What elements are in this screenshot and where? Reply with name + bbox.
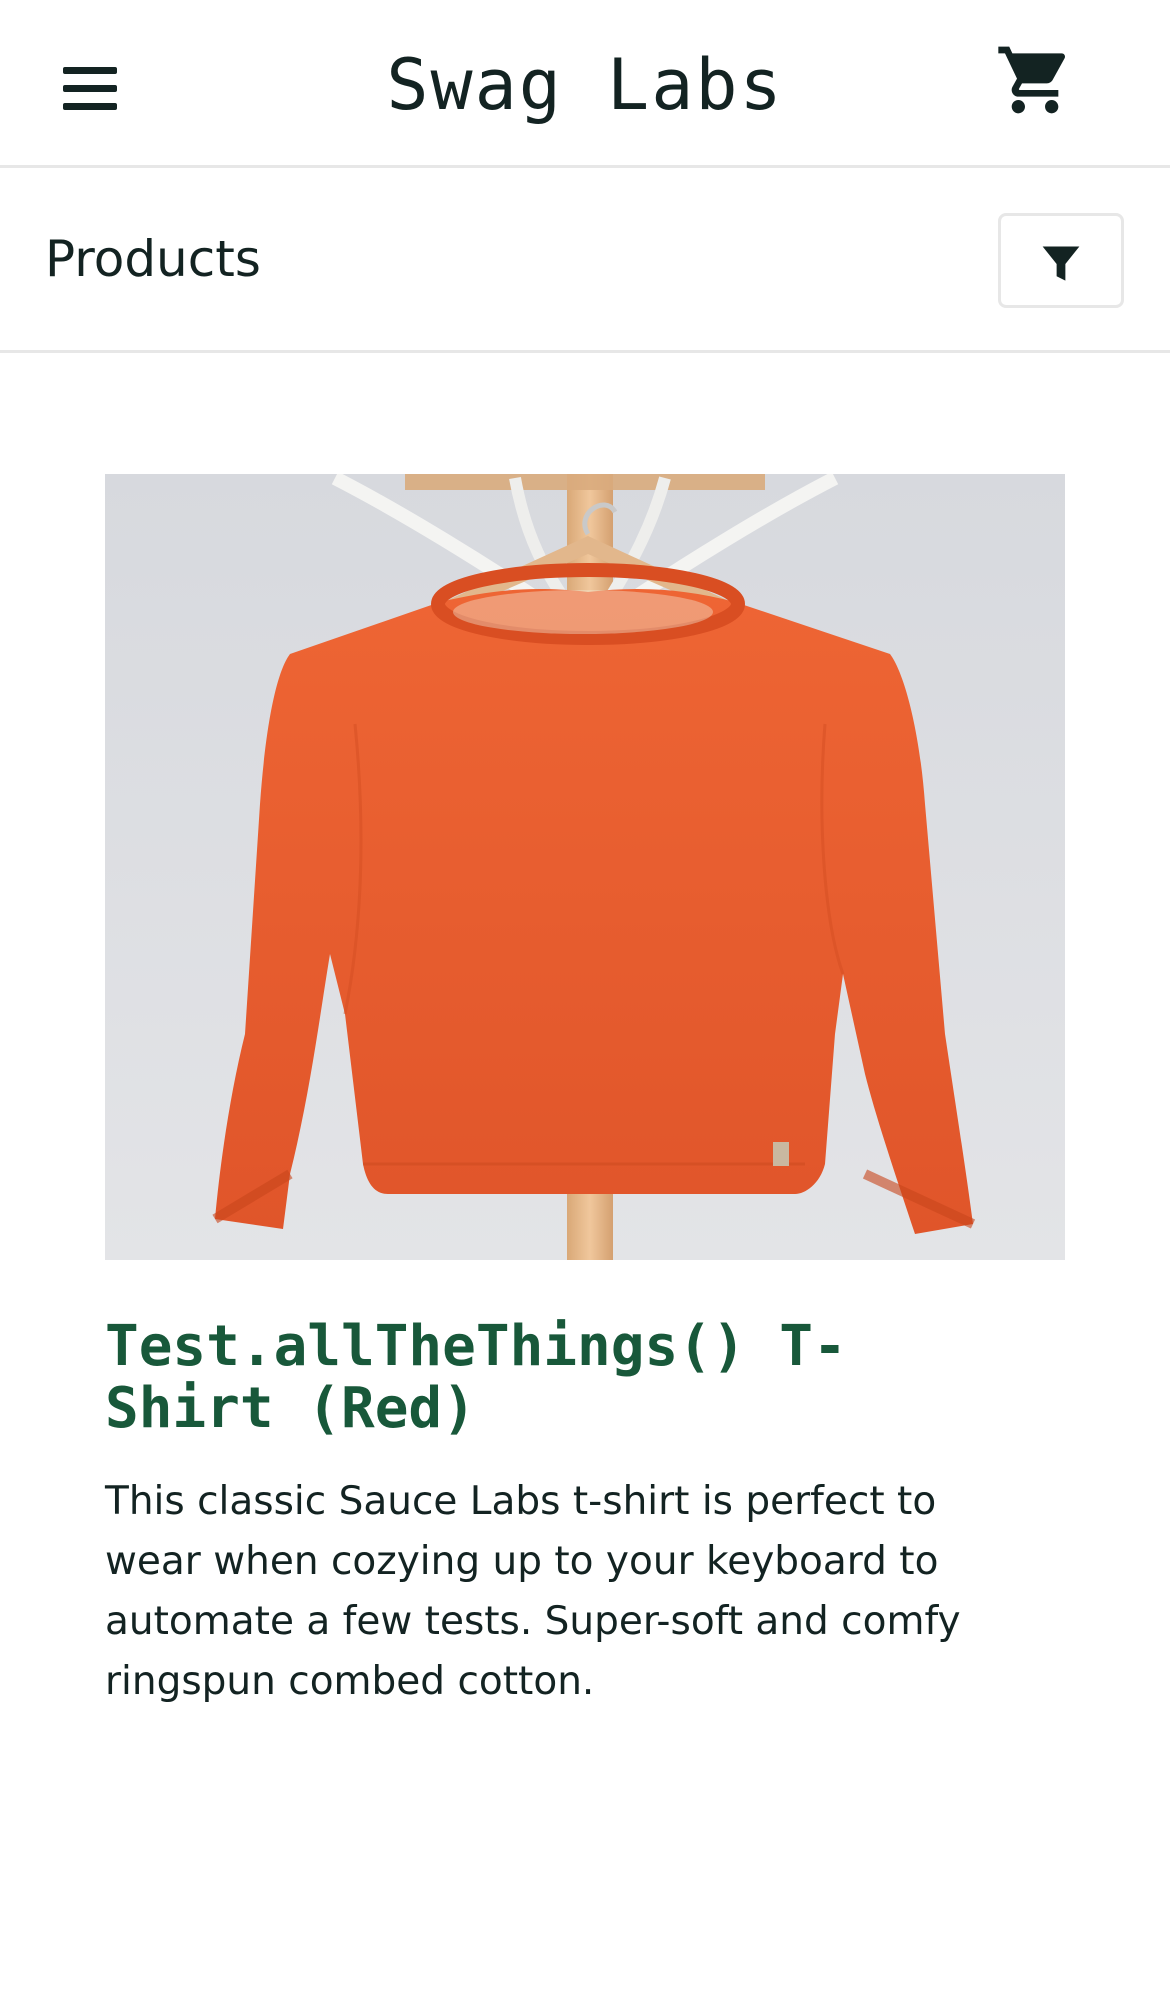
shopping-cart-icon: [998, 46, 1066, 114]
sort-filter-button[interactable]: [998, 213, 1124, 308]
filter-funnel-icon: [1042, 246, 1080, 281]
product-name-link[interactable]: Test.allTheThings() T-Shirt (Red): [105, 1316, 1005, 1440]
sweatshirt-photo: [105, 474, 1065, 1260]
page-title: Products: [45, 230, 261, 288]
products-header: Products: [0, 171, 1170, 353]
product-image[interactable]: [105, 474, 1065, 1260]
app-header: Swag Labs: [0, 0, 1170, 168]
shopping-cart-button[interactable]: [995, 40, 1075, 120]
product-description: This classic Sauce Labs t-shirt is perfe…: [105, 1479, 961, 1704]
